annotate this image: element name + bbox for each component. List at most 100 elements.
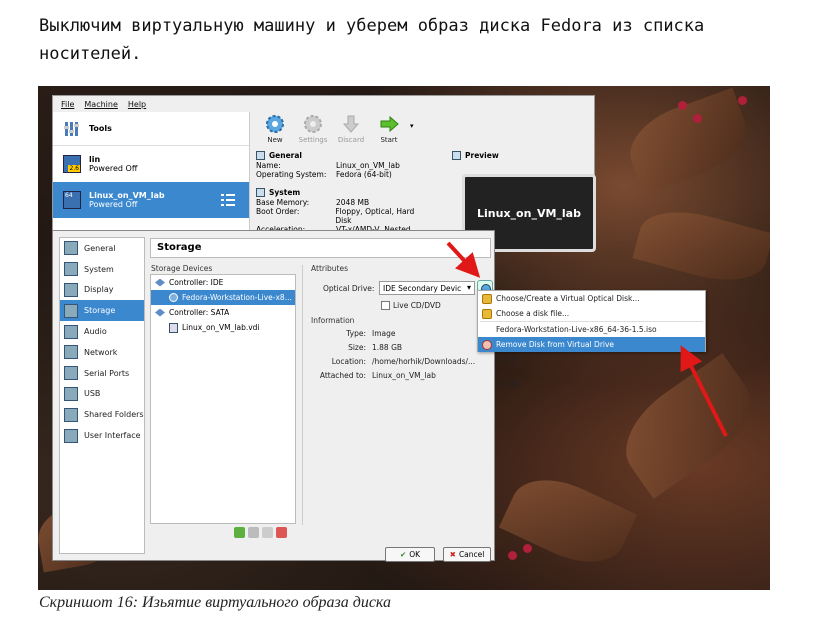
info-row: Location: /home/horhik/Downloads/... — [309, 357, 509, 366]
new-label: New — [267, 136, 283, 144]
remove-controller-icon[interactable] — [248, 527, 259, 538]
dialog-page-title: Storage — [150, 238, 491, 258]
nav-storage[interactable]: Storage — [60, 300, 144, 322]
info-key: Size: — [348, 343, 366, 352]
start-button[interactable]: Start — [372, 112, 406, 148]
figure-caption: Скриншот 16: Изьятие виртуального образа… — [39, 594, 392, 611]
menu-help[interactable]: Help — [128, 100, 146, 109]
nav-serial-ports[interactable]: Serial Ports — [60, 363, 144, 384]
menu-item-remove-disk[interactable]: Remove Disk from Virtual Drive — [478, 337, 705, 352]
nav-shared-folders[interactable]: Shared Folders — [60, 404, 144, 425]
nav-label: System — [84, 264, 114, 274]
system-section-header[interactable]: System — [252, 185, 432, 198]
tree-controller-ide[interactable]: Controller: IDE — [151, 275, 295, 290]
menu-file[interactable]: File — [61, 100, 74, 109]
tree-controller-sata[interactable]: Controller: SATA — [151, 305, 295, 320]
tools-item[interactable]: Tools — [53, 112, 249, 146]
optical-disk-icon — [482, 293, 492, 304]
nav-system[interactable]: System — [60, 259, 144, 280]
nav-network[interactable]: Network — [60, 342, 144, 363]
detail-row: Name: Linux_on_VM_lab — [252, 161, 432, 170]
os-version-badge: 2.6 — [68, 165, 80, 172]
live-cd-label: Live CD/DVD — [393, 301, 441, 310]
menu-bar: File Machine Help — [53, 96, 594, 112]
virtualbox-manager-window: File Machine Help Tools 2.6 lin Powered O… — [52, 95, 596, 252]
attributes-label: Attributes — [311, 264, 349, 273]
add-controller-icon[interactable] — [234, 527, 245, 538]
detail-value: Floppy, Optical, Hard Disk — [335, 207, 415, 225]
info-value: /home/horhik/Downloads/... — [372, 357, 476, 366]
settings-button[interactable]: Settings — [296, 112, 330, 148]
general-section-header[interactable]: General — [252, 148, 432, 161]
detail-value: 2048 MB — [336, 198, 370, 207]
nav-audio[interactable]: Audio — [60, 321, 144, 342]
nav-label: Audio — [84, 327, 107, 337]
vm-item-linux-on-vm-lab[interactable]: 64 Linux_on_VM_lab Powered Off — [53, 182, 249, 218]
new-button[interactable]: New — [258, 112, 292, 148]
network-icon — [64, 345, 78, 360]
tools-icon — [64, 121, 79, 136]
menu-item-choose-disk-file[interactable]: Choose a disk file... — [478, 306, 705, 321]
discard-label: Discard — [337, 136, 365, 144]
folder-icon — [64, 407, 78, 422]
display-icon — [64, 282, 78, 297]
add-attachment-icon[interactable] — [262, 527, 273, 538]
storage-devices-label: Storage Devices — [151, 264, 213, 273]
nav-usb[interactable]: USB — [60, 384, 144, 405]
detail-row: Base Memory: 2048 MB — [252, 198, 432, 207]
audio-icon — [64, 324, 78, 339]
discard-button[interactable]: Discard — [334, 112, 368, 148]
vm-item-lin[interactable]: 2.6 lin Powered Off — [53, 146, 249, 182]
menu-machine[interactable]: Machine — [84, 100, 118, 109]
leaf-decoration — [632, 200, 770, 292]
vm-state: Powered Off — [89, 200, 138, 209]
menu-item-choose-create-optical-disk[interactable]: Choose/Create a Virtual Optical Disk... — [478, 291, 705, 306]
nav-label: Serial Ports — [84, 368, 130, 378]
info-key: Location: — [331, 357, 366, 366]
nav-display[interactable]: Display — [60, 280, 144, 301]
preview-section-header[interactable]: Preview — [448, 148, 594, 161]
settings-label: Settings — [298, 136, 328, 144]
new-gear-icon — [266, 115, 284, 133]
vm-name: Linux_on_VM_lab — [89, 191, 165, 200]
ok-button[interactable]: ✔ OK — [385, 547, 435, 562]
info-value: Linux_on_VM_lab — [372, 371, 436, 380]
cancel-button[interactable]: ✖ Cancel — [443, 547, 491, 562]
user-interface-icon — [64, 428, 78, 443]
live-cd-checkbox[interactable] — [381, 301, 390, 310]
detail-key: Boot Order: — [256, 207, 300, 216]
nav-user-interface[interactable]: User Interface — [60, 425, 144, 446]
tree-hard-disk[interactable]: Linux_on_VM_lab.vdi — [151, 320, 295, 335]
os-icon: 2.6 — [63, 155, 81, 173]
start-arrow-icon — [380, 115, 399, 133]
tree-label: Controller: IDE — [169, 278, 224, 287]
ok-label: OK — [409, 550, 421, 559]
divider — [302, 265, 303, 525]
tree-optical-disc[interactable]: Fedora-Workstation-Live-x8... — [151, 290, 295, 305]
remove-disk-icon — [482, 339, 492, 350]
detail-key: Name: — [256, 161, 281, 170]
usb-icon — [64, 386, 78, 401]
menu-item-fedora-iso[interactable]: Fedora-Workstation-Live-x86_64-36-1.5.is… — [478, 322, 705, 337]
berry-decoration — [678, 101, 687, 110]
nav-label: Network — [84, 347, 118, 357]
optical-disk-context-menu: Choose/Create a Virtual Optical Disk... … — [477, 290, 706, 352]
start-dropdown-icon[interactable]: ▾ — [410, 122, 414, 148]
nav-general[interactable]: General — [60, 238, 144, 259]
partial-detail-text: 0 GB) — [498, 380, 520, 389]
tree-action-buttons — [234, 527, 287, 538]
system-icon — [64, 262, 78, 277]
tree-label: Controller: SATA — [169, 308, 230, 317]
os-version-badge: 64 — [65, 192, 73, 199]
general-icon — [64, 241, 78, 256]
vm-details-menu-icon[interactable] — [221, 193, 235, 207]
menu-item-label: Choose/Create a Virtual Optical Disk... — [496, 294, 640, 303]
detail-value: Linux_on_VM_lab — [336, 161, 400, 170]
remove-attachment-icon[interactable] — [276, 527, 287, 538]
os-icon: 64 — [63, 191, 81, 209]
screenshot: File Machine Help Tools 2.6 lin Powered O… — [38, 86, 770, 590]
berry-decoration — [693, 114, 702, 123]
optical-drive-select[interactable]: IDE Secondary Devic — [379, 281, 475, 295]
discard-arrow-icon — [342, 115, 360, 133]
ok-check-icon: ✔ — [399, 550, 407, 559]
